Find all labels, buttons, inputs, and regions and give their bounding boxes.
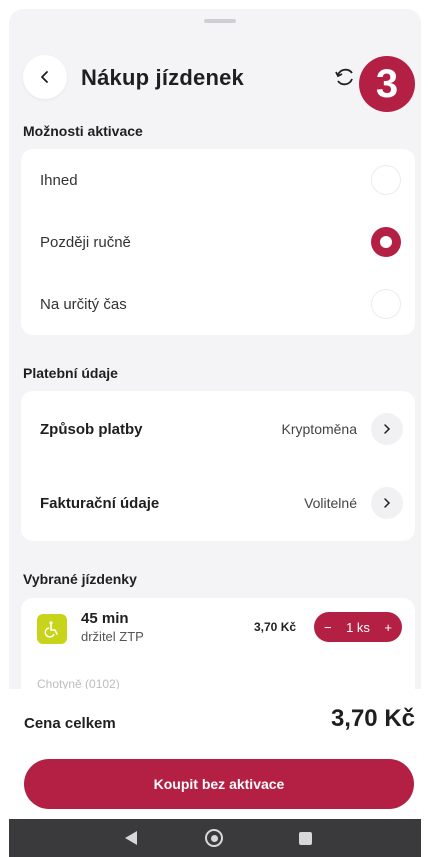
activation-section-title: Možnosti aktivace bbox=[23, 123, 143, 139]
option-label: Na určitý čas bbox=[40, 295, 127, 313]
page-title: Nákup jízdenek bbox=[81, 65, 244, 90]
total-label: Cena celkem bbox=[24, 715, 116, 732]
payment-method-chevron-button[interactable] bbox=[371, 413, 403, 445]
sheet-drag-handle[interactable] bbox=[204, 19, 236, 23]
chevron-left-icon bbox=[41, 71, 48, 83]
back-button[interactable] bbox=[23, 55, 67, 99]
step-number-badge: 3 bbox=[359, 56, 415, 112]
activation-options-card: Ihned Později ručně Na určitý čas bbox=[21, 149, 415, 335]
billing-details-label: Fakturační údaje bbox=[40, 494, 160, 512]
system-navigation-bar bbox=[9, 819, 421, 857]
refresh-icon[interactable] bbox=[331, 63, 359, 91]
radio-button-selected[interactable] bbox=[371, 227, 401, 257]
total-price: 3,70 Kč bbox=[330, 705, 415, 732]
decrease-quantity-button[interactable]: − bbox=[324, 620, 332, 635]
checkout-footer: Cena celkem 3,70 Kč Koupit bez aktivace bbox=[0, 689, 428, 819]
wheelchair-icon bbox=[37, 614, 67, 644]
activation-option-scheduled[interactable]: Na určitý čas bbox=[21, 273, 415, 335]
billing-details-chevron-button[interactable] bbox=[371, 487, 403, 519]
ticket-name: 45 min bbox=[81, 610, 129, 627]
billing-details-value: Volitelné bbox=[304, 495, 357, 511]
option-label: Později ručně bbox=[40, 233, 131, 251]
nav-back-icon[interactable] bbox=[125, 831, 137, 845]
ticket-price: 3,70 Kč bbox=[254, 620, 297, 634]
chevron-right-icon bbox=[384, 424, 391, 434]
nav-home-icon[interactable] bbox=[205, 829, 223, 847]
quantity-value: 1 ks bbox=[346, 619, 370, 635]
payment-section-title: Platební údaje bbox=[23, 365, 118, 381]
activation-option-immediately[interactable]: Ihned bbox=[21, 149, 415, 211]
nav-recent-apps-icon[interactable] bbox=[299, 832, 312, 845]
quantity-stepper[interactable]: − 1 ks + bbox=[314, 612, 402, 642]
activation-option-later-manual[interactable]: Později ručně bbox=[21, 211, 415, 273]
payment-method-row[interactable]: Způsob platby Kryptoměna bbox=[21, 393, 415, 465]
payment-method-label: Způsob platby bbox=[40, 420, 143, 438]
ticket-subtitle: držitel ZTP bbox=[81, 629, 144, 644]
header: Nákup jízdenek 3 bbox=[9, 45, 421, 112]
option-label: Ihned bbox=[40, 171, 78, 189]
increase-quantity-button[interactable]: + bbox=[384, 620, 392, 635]
payment-card: Způsob platby Kryptoměna Fakturační údaj… bbox=[21, 391, 415, 541]
buy-without-activation-button[interactable]: Koupit bez aktivace bbox=[24, 759, 414, 809]
radio-button[interactable] bbox=[371, 165, 401, 195]
payment-method-value: Kryptoměna bbox=[281, 421, 357, 437]
tickets-section-title: Vybrané jízdenky bbox=[23, 571, 137, 587]
billing-details-row[interactable]: Fakturační údaje Volitelné bbox=[21, 467, 415, 539]
radio-button[interactable] bbox=[371, 289, 401, 319]
chevron-right-icon bbox=[384, 498, 391, 508]
